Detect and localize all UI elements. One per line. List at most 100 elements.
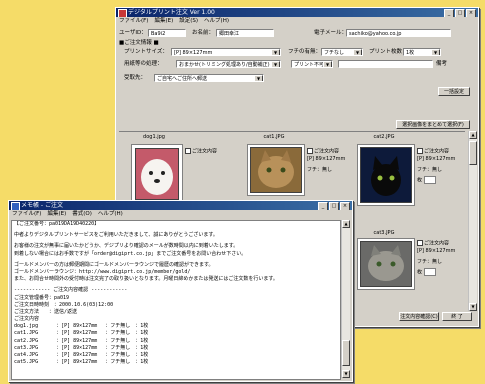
order-window-title: デジタルプリント注文 Ver 1.00	[128, 9, 215, 16]
thumb-border: フチ：無し	[417, 258, 443, 265]
text-line: ゴールドメンバーの方は郵便期間にゴールドメンバーラウンジで履歴の確認ができます。	[14, 261, 214, 268]
thumbnail-cat3[interactable]	[357, 238, 415, 290]
minimize-icon[interactable]: _	[318, 202, 328, 210]
text-line: cat1.JPG ：[P] 89×127mm ：フチ無し ：1枚	[14, 330, 149, 337]
menu-help[interactable]: ヘルプ(H)	[98, 210, 123, 218]
exit-button[interactable]: 終 了	[442, 312, 472, 321]
thumb-size: [P] 89×127mm	[307, 155, 346, 162]
print-size-select[interactable]: [P] 89×127mm ▼	[171, 48, 281, 56]
email-window-title: メモ帳 - ご注文	[21, 202, 63, 209]
text-line: cat3.JPG ：[P] 89×127mm ：フチ無し ：1枚	[14, 344, 149, 351]
minimize-icon[interactable]: _	[444, 9, 454, 17]
thumb-border: フチ：無し	[417, 166, 443, 173]
border-value: フチなし	[324, 50, 345, 56]
email-text-area[interactable]: 【ご注文番号：pa019DA19D40220】 中者よりデジタルプリントサービス…	[11, 220, 341, 380]
print-size-value: [P] 89×127mm	[174, 50, 213, 56]
scroll-up-icon[interactable]: ▲	[469, 131, 477, 139]
batch-settings-button[interactable]: 一括設定	[438, 87, 470, 96]
thumb-info-cat3: ご注文内容 [P] 89×127mm フチ：無し 枚	[417, 240, 455, 276]
chevron-down-icon[interactable]: ▼	[271, 49, 280, 55]
thumb-size: [P] 89×127mm	[417, 155, 456, 162]
text-line: cat2.JPG ：[P] 89×127mm ：フチ無し ：1枚	[14, 337, 149, 344]
thumb-filename: cat1.JPG	[263, 134, 285, 140]
text-line: ------------ ご注文内容確認 ------------	[14, 287, 128, 294]
thumb-count-label: 枚	[417, 177, 423, 183]
select-all-thumbs-button[interactable]: 選択画像をまとめて選択(F)	[396, 120, 470, 129]
print-size-label: プリントサイズ：	[124, 49, 168, 55]
order-label: ご注文内容	[192, 148, 218, 155]
process-select[interactable]: おまかせ(トリミング処理あり/自動補正) ▼	[176, 60, 281, 68]
order-window-titlebar[interactable]: デジタルプリント注文 Ver 1.00 _ □ ×	[116, 8, 478, 17]
cat2-photo	[360, 147, 412, 203]
print-option-value: プリント不可	[294, 62, 325, 68]
shipping-select[interactable]: ご自宅へご住所へ郵送 ▼	[154, 74, 264, 82]
user-id-field[interactable]: Ba9i2	[148, 29, 186, 37]
thumb-filename: cat3.JPG	[373, 230, 395, 236]
close-icon[interactable]: ×	[340, 202, 350, 210]
text-line: 中者よりデジタルプリントサービスをご利用いただきまして、誠にありがとうございます…	[14, 232, 218, 239]
thumbnail-cat2[interactable]	[357, 144, 415, 206]
chevron-down-icon[interactable]: ▼	[353, 49, 362, 55]
name-label: お名前：	[192, 30, 215, 36]
scroll-up-icon[interactable]: ▲	[342, 220, 350, 228]
maximize-icon[interactable]: □	[329, 202, 339, 210]
thumb-count-input[interactable]	[424, 267, 437, 276]
notepad-icon	[11, 202, 20, 210]
scroll-down-icon[interactable]: ▼	[342, 370, 350, 378]
scroll-thumb[interactable]	[342, 340, 350, 366]
text-line: ご注文日時時刻 ：2000.10.6(03)12:00	[14, 301, 114, 308]
confirm-order-button[interactable]: 注文内容確認(C)	[399, 312, 439, 321]
email-window-titlebar[interactable]: メモ帳 - ご注文 _ □ ×	[9, 201, 352, 210]
chevron-down-icon[interactable]: ▼	[323, 61, 332, 67]
dog-photo	[135, 148, 179, 200]
order-checkbox[interactable]	[307, 148, 313, 154]
close-icon[interactable]: ×	[466, 9, 476, 17]
thumbnail-cat1[interactable]	[247, 144, 305, 196]
order-menubar: ファイル(F) 編集(E) 設定(S) ヘルプ(H)	[116, 17, 478, 25]
thumb-count-label: 枚	[417, 269, 423, 275]
print-option-select[interactable]: プリント不可 ▼	[291, 60, 333, 68]
border-select[interactable]: フチなし ▼	[321, 48, 363, 56]
chevron-down-icon[interactable]: ▼	[254, 75, 263, 81]
thumbnail-dog[interactable]	[131, 144, 183, 204]
email-scrollbar[interactable]: ▲ ▼	[341, 220, 350, 378]
remarks-field[interactable]	[338, 60, 433, 68]
email-field[interactable]: sachiko@yahoo.co.jp	[346, 29, 451, 37]
order-checkbox[interactable]	[417, 240, 423, 246]
menu-format[interactable]: 書式(O)	[72, 210, 92, 218]
cat1-photo	[250, 147, 302, 193]
thumb-info-dog: ご注文内容	[185, 148, 217, 156]
email-window: メモ帳 - ご注文 _ □ × ファイル(F) 編集(E) 書式(O) ヘルプ(…	[8, 200, 353, 382]
count-value: 1枚	[406, 50, 415, 56]
menu-settings[interactable]: 設定(S)	[179, 17, 198, 25]
thumbnail-scrollbar[interactable]: ▲ ▼	[468, 131, 477, 311]
order-label: ご注文内容	[424, 240, 450, 247]
border-label: フチの有無：	[288, 49, 322, 55]
shipping-value: ご自宅へご住所へ郵送	[157, 76, 208, 82]
app-icon	[118, 9, 127, 17]
scroll-down-icon[interactable]: ▼	[469, 303, 477, 311]
name-field[interactable]: 郷田幸江	[216, 29, 274, 37]
scroll-thumb[interactable]	[469, 141, 477, 165]
process-label: 用紙等の処理：	[124, 61, 163, 67]
count-select[interactable]: 1枚 ▼	[403, 48, 441, 56]
menu-edit[interactable]: 編集(E)	[154, 17, 173, 25]
thumb-size: [P] 89×127mm	[417, 247, 456, 254]
email-menubar: ファイル(F) 編集(E) 書式(O) ヘルプ(H)	[9, 210, 352, 218]
chevron-down-icon[interactable]: ▼	[271, 61, 280, 67]
order-checkbox[interactable]	[417, 148, 423, 154]
text-line: また、お問合せ時間外の受付時は注文完了の取り扱いとなります。月曜日締めかまたは発…	[14, 276, 278, 283]
maximize-icon[interactable]: □	[455, 9, 465, 17]
order-label: ご注文内容	[314, 148, 340, 155]
thumb-filename: dog1.jpg	[143, 134, 165, 140]
order-section-heading: ■ご注文情報 ■	[119, 40, 159, 46]
menu-help[interactable]: ヘルプ(H)	[204, 17, 229, 25]
chevron-down-icon[interactable]: ▼	[431, 49, 440, 55]
order-checkbox[interactable]	[185, 148, 191, 154]
text-line: 到着しない場合にはお手数ですが「order@digiprt.co.jp」までご注…	[14, 250, 247, 257]
thumb-count-input[interactable]	[424, 175, 437, 184]
menu-edit[interactable]: 編集(E)	[47, 210, 66, 218]
user-id-label: ユーザID：	[119, 30, 147, 36]
menu-file[interactable]: ファイル(F)	[12, 210, 41, 218]
menu-file[interactable]: ファイル(F)	[119, 17, 148, 25]
